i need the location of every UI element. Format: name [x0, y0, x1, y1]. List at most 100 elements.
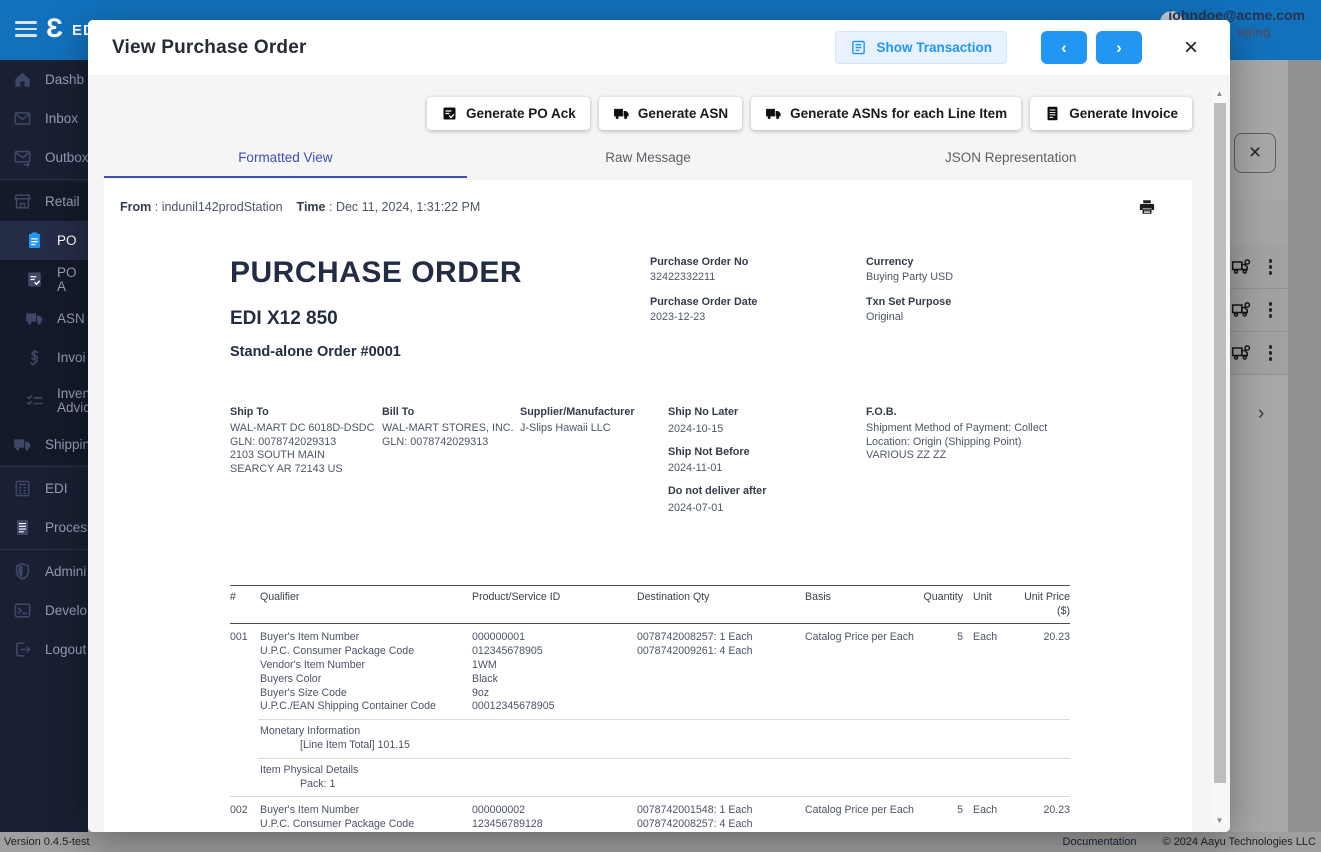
party-line: GLN: 0078742029313: [230, 436, 382, 450]
destination-qty: 0078742001548: 1 Each: [637, 804, 805, 818]
party-line: 2103 SOUTH MAIN: [230, 449, 382, 463]
unit-price-value: 20.23: [1015, 804, 1070, 832]
admin-shield-icon: [13, 562, 32, 581]
order-info-field: Purchase Order Date2023-12-23: [650, 296, 866, 323]
monetary-information-label: Monetary Information: [260, 725, 1070, 739]
party-line: SEARCY AR 72143 US: [230, 463, 382, 477]
line-item-number: 002: [230, 804, 260, 832]
from-value: indunil142prodStation: [162, 200, 283, 214]
scroll-down-icon[interactable]: ▼: [1212, 816, 1227, 825]
sidebar-item-logout[interactable]: Logout: [0, 630, 88, 669]
sidebar-item-po[interactable]: PO: [0, 221, 88, 260]
inbox-icon: [13, 109, 32, 128]
table-body: 001Buyer's Item NumberU.P.C. Consumer Pa…: [230, 624, 1070, 832]
order-info-value: 2023-12-23: [650, 311, 866, 323]
party-ship-to: Ship ToWAL-MART DC 6018D-DSDCGLN: 007874…: [230, 406, 382, 525]
sidebar-item-edi[interactable]: EDI: [0, 469, 88, 508]
order-info-value: Original: [866, 311, 1070, 323]
order-info-value: 2024-11-01: [668, 462, 866, 476]
table-header-row: #QualifierProduct/Service IDDestination …: [230, 585, 1070, 625]
party-line: WAL-MART DC 6018D-DSDC: [230, 422, 382, 436]
party-label: Bill To: [382, 406, 520, 420]
generate-button-generate-asn[interactable]: Generate ASN: [599, 97, 742, 130]
line-item-row: 002Buyer's Item NumberU.P.C. Consumer Pa…: [230, 797, 1070, 832]
order-info-label: Ship No Later: [668, 406, 866, 420]
unit-value: Each: [963, 804, 1015, 832]
destination-qty: 0078742008257: 1 Each: [637, 631, 805, 645]
sidebar-item-asn[interactable]: ASN: [0, 299, 88, 338]
table-header-cell: Basis: [805, 591, 915, 619]
sidebar-item-label: Retail: [45, 195, 88, 209]
show-transaction-label: Show Transaction: [876, 40, 992, 55]
modal-scrollbar[interactable]: ▲ ▼: [1212, 88, 1227, 826]
item-physical-details-label: Item Physical Details: [260, 764, 1070, 778]
destination-qty: 0078742009261: 4 Each: [637, 645, 805, 659]
sidebar-divider: [0, 549, 88, 550]
scroll-up-icon[interactable]: ▲: [1212, 89, 1227, 98]
qualifier-value: 000000001: [472, 631, 637, 645]
table-header-cell: Product/Service ID: [472, 591, 637, 619]
order-info-value: 32422332211: [650, 271, 866, 283]
sidebar-item-invoi[interactable]: Invoi: [0, 338, 88, 377]
sidebar-item-outbox[interactable]: Outbox: [0, 138, 88, 177]
tab-raw-message[interactable]: Raw Message: [467, 140, 830, 178]
order-info-field: Ship Not Before2024-11-01: [668, 446, 866, 477]
print-icon[interactable]: [1138, 198, 1156, 216]
invoice-doc-icon: [1044, 105, 1061, 122]
sidebar-item-label: Inven Advic: [57, 387, 88, 415]
qualifier-name: Buyer's Item Number: [260, 804, 472, 818]
sidebar-divider: [0, 179, 88, 180]
truck-icon: [25, 309, 44, 328]
tab-json-representation[interactable]: JSON Representation: [829, 140, 1192, 178]
sidebar-item-shippin[interactable]: Shippin: [0, 425, 88, 464]
previous-record-button[interactable]: ‹: [1041, 31, 1087, 64]
modal-body: Generate PO Ack Generate ASN Generate ASNs…: [88, 75, 1230, 832]
line-items-table: #QualifierProduct/Service IDDestination …: [230, 585, 1070, 832]
generate-button-generate-invoice[interactable]: Generate Invoice: [1030, 97, 1192, 130]
unit-price-value: 20.23: [1015, 631, 1070, 714]
truck-icon: [765, 105, 782, 122]
app-logo-icon[interactable]: Ɛ: [46, 13, 63, 44]
developer-icon: [13, 601, 32, 620]
sidebar-item-process[interactable]: Process: [0, 508, 88, 547]
sidebar-item-inven-advic[interactable]: Inven Advic: [0, 377, 88, 425]
order-info-field: Ship No Later2024-10-15: [668, 406, 866, 437]
hamburger-menu-icon[interactable]: [15, 21, 37, 41]
sidebar-item-label: Outbox: [45, 151, 88, 165]
sidebar-item-inbox[interactable]: Inbox: [0, 99, 88, 138]
sidebar-item-po-a[interactable]: PO A: [0, 260, 88, 299]
sidebar-item-label: PO A: [57, 266, 88, 294]
sidebar-item-develo[interactable]: Develo: [0, 591, 88, 630]
sidebar-item-retail[interactable]: Retail: [0, 182, 88, 221]
show-transaction-button[interactable]: Show Transaction: [835, 31, 1007, 64]
qualifier-value: Black: [472, 673, 637, 687]
order-info-field: CurrencyBuying Party USD: [866, 256, 1070, 283]
generate-button-generate-asns-for-each-line-item[interactable]: Generate ASNs for each Line Item: [751, 97, 1021, 130]
qualifier-name: Vendor's Item Number: [260, 659, 472, 673]
truck-icon: [613, 105, 630, 122]
purchase-order-document: PURCHASE ORDER EDI X12 850 Stand-alone O…: [230, 256, 1070, 832]
from-label: From: [120, 200, 151, 214]
sidebar-item-label: EDI: [45, 482, 88, 496]
next-record-button[interactable]: ›: [1096, 31, 1142, 64]
basis-value: Catalog Price per Each: [805, 804, 915, 832]
parties-row: Ship ToWAL-MART DC 6018D-DSDCGLN: 007874…: [230, 406, 1070, 525]
sidebar-item-label: Inbox: [45, 112, 88, 126]
order-name: Stand-alone Order #0001: [230, 344, 650, 360]
sidebar-item-dashb[interactable]: Dashb: [0, 60, 88, 99]
qualifier-name: U.P.C./EAN Shipping Container Code: [260, 700, 472, 714]
home-icon: [13, 70, 32, 89]
tab-formatted-view[interactable]: Formatted View: [104, 140, 467, 178]
sidebar-item-admini[interactable]: Admini: [0, 552, 88, 591]
sidebar-item-label: Invoi: [57, 351, 88, 365]
modal-header: View Purchase Order Show Transaction ‹ ›…: [88, 20, 1230, 75]
generate-button-generate-po-ack[interactable]: Generate PO Ack: [427, 97, 590, 130]
process-icon: [13, 518, 32, 537]
qualifier-name: U.P.C. Consumer Package Code: [260, 645, 472, 659]
close-icon[interactable]: ×: [1184, 38, 1198, 58]
order-info-label: Purchase Order No: [650, 256, 866, 268]
order-info-field: Purchase Order No 32422332211: [650, 256, 866, 283]
scrollbar-thumb[interactable]: [1214, 103, 1226, 783]
time-label: Time: [297, 200, 326, 214]
order-info-field: Do not deliver after2024-07-01: [668, 485, 866, 516]
